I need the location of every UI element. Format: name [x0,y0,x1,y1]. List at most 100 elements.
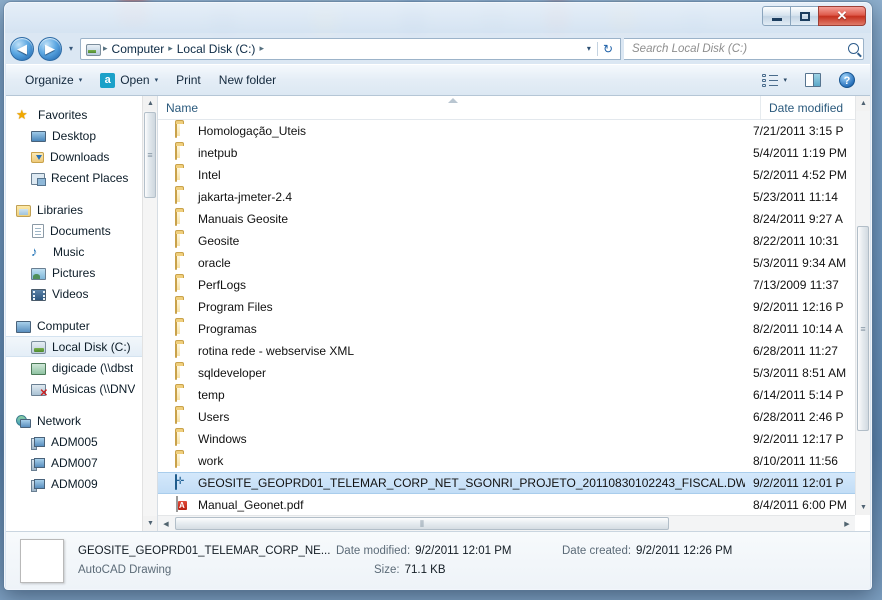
chevron-down-icon: ▾ [78,77,83,84]
forward-button[interactable]: ▶ [38,36,62,61]
sidebar-item-adm009[interactable]: ADM009 [6,473,157,494]
table-row[interactable]: Homologação_Uteis 7/21/2011 3:15 P [158,120,855,142]
file-list-horizontal-scrollbar[interactable]: ◀ ▶ [158,515,855,531]
scrollbar-thumb[interactable] [175,517,669,530]
details-column-created: Date created: 9/2/2011 12:26 PM [536,545,860,576]
table-row[interactable]: Manual_Geonet.pdf 8/4/2011 6:00 PM [158,494,855,515]
help-button[interactable]: ? [830,67,864,93]
sidebar-label: Recent Places [51,170,129,185]
minimize-button[interactable] [762,6,791,26]
column-header-date-modified[interactable]: Date modified [760,96,870,119]
autocad-icon: a [100,72,116,88]
file-date-modified: 9/2/2011 12:17 P [753,432,844,446]
search-input[interactable]: Search Local Disk (C:) [624,37,864,60]
folder-icon-glyph [175,188,177,204]
table-row-selected[interactable]: GEOSITE_GEOPRD01_TELEMAR_CORP_NET_SGONRI… [158,472,855,494]
sidebar-item-music[interactable]: ♪ Music [6,241,157,262]
file-name: work [198,454,224,468]
sidebar-label: Pictures [52,265,96,280]
address-bar[interactable]: ▸ Computer ▸ Local Disk (C:) ▸ ▾ ↻ [80,37,621,60]
dwg-icon-glyph [175,474,177,490]
breadcrumb-computer[interactable]: Computer [109,40,168,58]
file-name: jakarta-jmeter-2.4 [198,190,293,204]
table-row[interactable]: Users 6/28/2011 2:46 P [158,406,855,428]
close-button[interactable]: ✕ [818,6,866,26]
recent-pages-button[interactable]: ▾ [65,44,77,53]
folder-icon [175,254,191,271]
details-file-type: AutoCAD Drawing [78,564,172,576]
navigation-pane: ★ Favorites Desktop Downloads Recent Pla… [6,96,158,531]
back-button[interactable]: ◀ [10,36,34,61]
sidebar-item-favorites[interactable]: ★ Favorites [6,104,157,125]
file-date-modified: 5/3/2011 9:34 AM [753,256,847,270]
table-row[interactable]: temp 6/14/2011 5:14 P [158,384,855,406]
sidebar-label: Network [37,413,82,428]
sidebar-item-desktop[interactable]: Desktop [6,125,157,146]
table-row[interactable]: PerfLogs 7/13/2009 11:37 [158,274,855,296]
maximize-button[interactable] [790,6,819,26]
command-toolbar: Organize ▾ a Open ▾ Print New folder ▾ ? [6,64,870,96]
breadcrumb-local-disk[interactable]: Local Disk (C:) [174,40,259,58]
refresh-button[interactable]: ↻ [596,41,618,56]
sidebar-item-recent-places[interactable]: Recent Places [6,167,157,188]
preview-pane-button[interactable] [796,68,830,92]
table-row[interactable]: work 8/10/2011 11:56 [158,450,855,472]
scroll-down-button[interactable]: ▼ [856,500,870,515]
sidebar-item-network[interactable]: Network [6,410,157,431]
star-icon: ★ [16,107,28,122]
print-button[interactable]: Print [167,68,210,92]
scrollbar-thumb[interactable] [857,226,869,431]
organize-button[interactable]: Organize ▾ [16,68,91,92]
file-name: oracle [198,256,231,270]
table-row[interactable]: sqldeveloper 5/3/2011 8:51 AM [158,362,855,384]
table-row[interactable]: rotina rede - webservise XML 6/28/2011 11… [158,340,855,362]
sidebar-item-downloads[interactable]: Downloads [6,146,157,167]
table-row[interactable]: jakarta-jmeter-2.4 5/23/2011 11:14 [158,186,855,208]
change-view-button[interactable]: ▾ [753,69,796,92]
scrollbar-thumb[interactable] [144,112,156,198]
table-row[interactable]: Manuais Geosite 8/24/2011 9:27 A [158,208,855,230]
folder-icon [175,122,191,139]
scroll-up-button[interactable]: ▲ [856,96,870,111]
breadcrumb-separator[interactable]: ▸ [258,43,265,54]
scroll-left-button[interactable]: ◀ [158,516,174,531]
sidebar-item-libraries[interactable]: Libraries [6,199,157,220]
table-row[interactable]: Windows 9/2/2011 12:17 P [158,428,855,450]
downloads-icon [31,152,44,163]
file-date-modified: 8/10/2011 11:56 [753,454,838,468]
table-row[interactable]: Intel 5/2/2011 4:52 PM [158,164,855,186]
file-date-modified: 6/28/2011 2:46 P [753,410,844,424]
table-row[interactable]: Geosite 8/22/2011 10:31 [158,230,855,252]
sidebar-item-digicade[interactable]: digicade (\\dbst [6,357,157,378]
new-folder-button[interactable]: New folder [210,68,285,92]
sidebar-item-local-disk[interactable]: Local Disk (C:) [6,336,157,357]
open-button[interactable]: a Open ▾ [91,68,167,93]
scroll-up-button[interactable]: ▲ [143,96,157,111]
folder-icon [175,298,191,315]
sidebar-item-adm005[interactable]: ADM005 [6,431,157,452]
sidebar-item-musicas[interactable]: Músicas (\\DNV [6,378,157,399]
table-row[interactable]: oracle 5/3/2011 9:34 AM [158,252,855,274]
navigation-pane-scrollbar[interactable]: ▲ ▼ [142,96,157,531]
computer-icon [16,320,31,333]
folder-icon-glyph [175,166,177,182]
scroll-down-button[interactable]: ▼ [143,516,157,531]
sidebar-item-adm007[interactable]: ADM007 [6,452,157,473]
sidebar-item-documents[interactable]: Documents [6,220,157,241]
address-dropdown-button[interactable]: ▾ [581,44,597,53]
chevron-down-icon: ▾ [783,77,787,84]
pictures-icon [31,267,46,280]
scroll-right-button[interactable]: ▶ [839,516,855,531]
sidebar-item-pictures[interactable]: Pictures [6,262,157,283]
file-list-vertical-scrollbar[interactable]: ▲ ▼ [855,96,870,515]
table-row[interactable]: inetpub 5/4/2011 1:19 PM [158,142,855,164]
title-bar[interactable]: ✕ [5,3,871,33]
explorer-body: ★ Favorites Desktop Downloads Recent Pla… [6,96,870,531]
table-row[interactable]: Program Files 9/2/2011 12:16 P [158,296,855,318]
sidebar-item-computer[interactable]: Computer [6,315,157,336]
sidebar-item-videos[interactable]: Videos [6,283,157,304]
preview-pane-icon [805,73,821,87]
table-row[interactable]: Programas 8/2/2011 10:14 A [158,318,855,340]
column-header-name[interactable]: Name [158,96,760,119]
help-icon: ? [839,72,855,88]
